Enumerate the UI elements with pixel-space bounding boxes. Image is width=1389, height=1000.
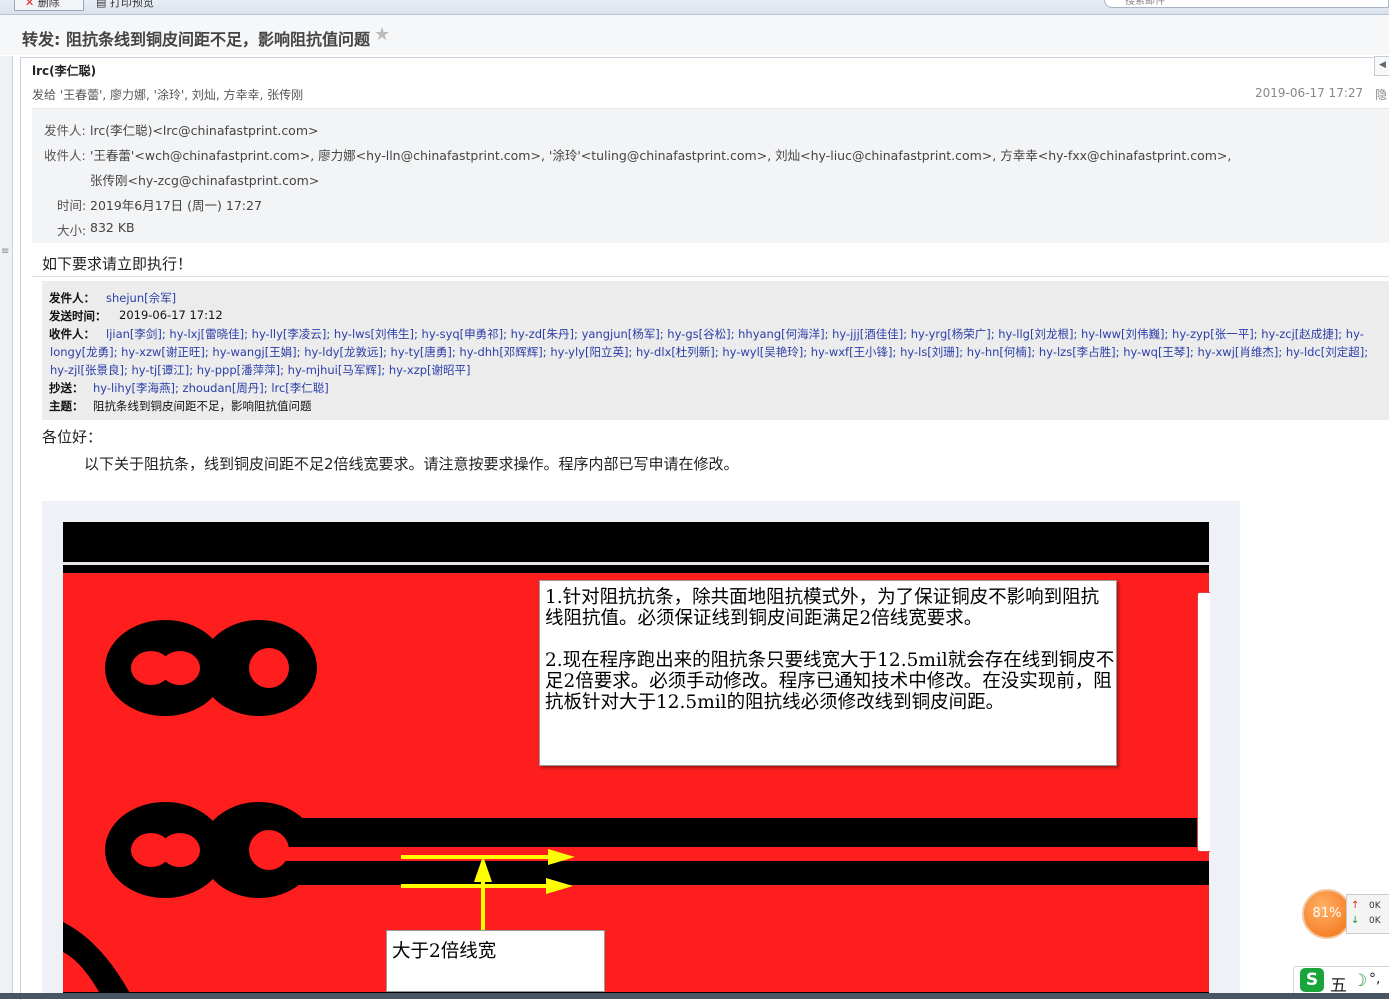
arrow-label-box: 大于2倍线宽	[386, 930, 605, 992]
email-date: 2019-06-17 17:27	[1255, 86, 1364, 100]
download-speed: 0K	[1369, 916, 1381, 926]
upload-speed: 0K	[1369, 901, 1381, 911]
fwd-to-line1[interactable]: ljian[李剑]; hy-lxj[雷晓佳]; hy-lly[李凌云]; hy-…	[106, 326, 1376, 342]
fwd-subject-label: 主题：	[49, 399, 84, 413]
side-popup-edge[interactable]	[1197, 592, 1210, 852]
body-text: 以下关于阻抗条，线到铜皮间距不足2倍线宽要求。请注意按要求操作。程序内部已写申请…	[84, 455, 739, 473]
to-value-line2[interactable]: 张传刚<hy-zcg@chinafastprint.com>	[90, 170, 319, 189]
print-preview-button[interactable]: ▤ 打印预览	[96, 0, 206, 10]
delete-button[interactable]: ✕ 删除	[14, 0, 84, 11]
pcb-pad	[249, 648, 289, 688]
fwd-to-label: 收件人：	[49, 327, 95, 341]
from-label: 发件人:	[44, 123, 86, 138]
fwd-to-line3[interactable]: hy-zjl[张景良]; hy-tj[谭江]; hy-ppp[潘萍萍]; hy-…	[50, 362, 471, 378]
sender-name[interactable]: lrc(李仁聪)	[32, 62, 96, 79]
divider	[32, 276, 1389, 277]
print-icon: ▤	[96, 0, 107, 9]
punctuation-toggle[interactable]: °,	[1369, 971, 1380, 987]
upload-arrow-icon: ↑	[1351, 900, 1360, 911]
left-folder-pane-edge[interactable]	[0, 56, 13, 999]
search-input[interactable]: 搜索邮件	[1104, 0, 1389, 8]
hide-details-link[interactable]: 隐	[1375, 86, 1387, 103]
email-details-panel: 发件人: lrc(李仁聪)<lrc@chinafastprint.com> 收件…	[32, 108, 1389, 243]
greeting-text: 各位好：	[42, 428, 103, 446]
image-note-box: 1.针对阻抗抗条，除共面地阻抗模式外，为了保证铜皮不影响到阻抗线阻抗值。必须保证…	[539, 580, 1117, 766]
ime-logo-icon[interactable]: S	[1300, 968, 1324, 992]
fwd-to-line2[interactable]: longy[龙勇]; hy-xzw[谢正旺]; hy-wangj[王娟]; hy…	[50, 344, 1380, 360]
pcb-top-black-band	[63, 522, 1209, 562]
time-label: 时间:	[57, 198, 87, 213]
fwd-time-label: 发送时间：	[49, 309, 107, 323]
size-label: 大小:	[57, 223, 87, 238]
download-arrow-icon: ↓	[1351, 915, 1360, 926]
instruction-text: 如下要求请立即执行！	[42, 255, 193, 273]
cpu-usage-widget[interactable]: 81%	[1302, 889, 1352, 939]
from-value[interactable]: lrc(李仁聪)<lrc@chinafastprint.com>	[90, 120, 319, 139]
fwd-time-value: 2019-06-17 17:12	[119, 308, 223, 322]
to-label: 收件人:	[44, 148, 86, 163]
size-value: 832 KB	[90, 220, 135, 235]
pcb-pad	[249, 830, 289, 870]
email-subject: 转发: 阻抗条线到铜皮间距不足，影响阻抗值问题	[22, 30, 370, 49]
recipients-summary: 发给 '王春蕾', 廖力娜, '涂玲', 刘灿, 方幸幸, 张传刚	[32, 88, 304, 102]
pcb-pad	[160, 651, 200, 685]
fwd-cc-label: 抄送：	[49, 381, 84, 395]
forwarded-header: 发件人： shejun[佘军] 发送时间： 2019-06-17 17:12 收…	[42, 281, 1389, 420]
note-paragraph-1: 1.针对阻抗抗条，除共面地阻抗模式外，为了保证铜皮不影响到阻抗线阻抗值。必须保证…	[545, 587, 1100, 629]
pcb-top-clearance	[63, 565, 1209, 573]
pcb-pad	[160, 833, 200, 867]
fwd-from-value[interactable]: shejun[佘军]	[106, 290, 176, 306]
taskbar-edge	[0, 993, 1389, 999]
time-value: 2019年6月17日 (周一) 17:27	[90, 198, 262, 213]
print-preview-label: 打印预览	[109, 0, 154, 9]
fwd-subject-value: 阻抗条线到铜皮间距不足，影响阻抗值问题	[93, 399, 312, 413]
note-paragraph-2: 2.现在程序跑出来的阻抗条只要线宽大于12.5mil就会存在线到铜皮不足2倍要求…	[545, 650, 1115, 713]
fwd-from-label: 发件人：	[49, 291, 95, 305]
drag-handle-icon[interactable]: ≡	[1, 246, 9, 257]
delete-label: 删除	[37, 0, 60, 9]
collapse-arrow-icon[interactable]: ◀	[1374, 56, 1389, 76]
network-speed-panel: ↑ 0K ↓ 0K	[1346, 894, 1389, 934]
to-value-line1[interactable]: '王春蕾'<wch@chinafastprint.com>, 廖力娜<hy-ll…	[90, 145, 1231, 164]
delete-icon: ✕	[25, 0, 35, 9]
pcb-top-edge-line	[63, 562, 1209, 565]
moon-icon[interactable]: ☽	[1352, 971, 1367, 991]
fwd-cc-value[interactable]: hy-lihy[李海燕]; zhoudan[周丹]; lrc[李仁聪]	[93, 380, 329, 396]
star-icon[interactable]: ★	[374, 24, 390, 45]
